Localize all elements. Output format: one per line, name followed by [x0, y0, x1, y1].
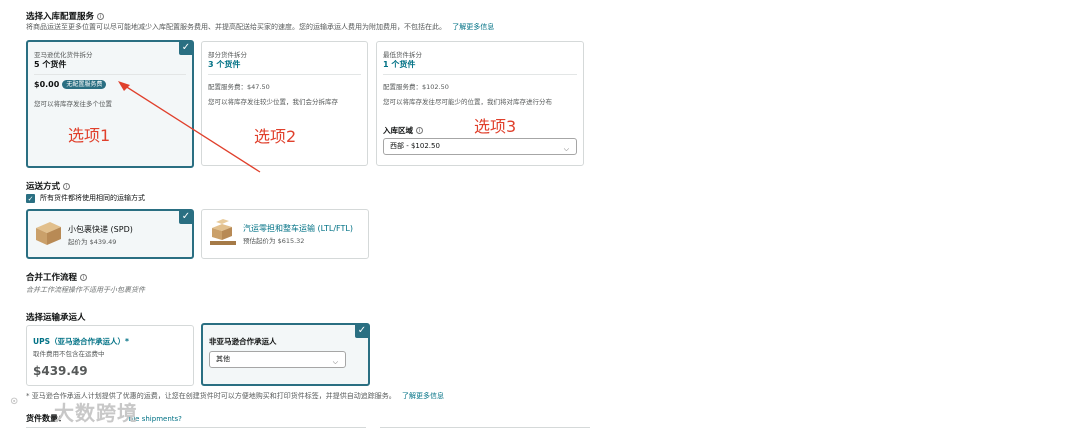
placement-description: 将商品运送至更多位置可以尽可能地减少入库配置服务费用、并提高配送给买家的速度。您… — [26, 23, 495, 31]
carrier-select[interactable]: 其他 ⌵ — [209, 351, 346, 368]
region-label: 入库区域 i — [383, 125, 423, 136]
option-price: $0.00 — [34, 80, 60, 89]
option-name: 最低货件拆分 — [383, 51, 422, 59]
shipping-option-spd[interactable]: ✓ 小包裹快递 (SPD) 起价为 $439.49 — [26, 209, 194, 259]
ups-name: UPS（亚马逊合作承运人）* — [33, 337, 129, 346]
carrier-option-non-partner[interactable]: ✓ 非亚马逊合作承运人 其他 ⌵ — [201, 323, 370, 386]
info-icon[interactable]: i — [63, 183, 71, 190]
option-price: 预估起价为 $615.32 — [243, 237, 305, 245]
checkmark-icon: ✓ — [179, 41, 193, 55]
carrier-option-ups[interactable]: UPS（亚马逊合作承运人）* 取件费用不包含在运费中 $439.49 — [26, 325, 194, 386]
region-select[interactable]: 西部 - $102.50 ⌵ — [383, 138, 577, 155]
package-box-icon — [36, 222, 61, 245]
shipping-mode-title: 运送方式 i — [26, 180, 71, 192]
info-icon[interactable]: i — [97, 13, 105, 20]
option-desc: 您可以将库存发往多个位置 — [34, 100, 112, 108]
merge-title: 合并工作流程 i — [26, 271, 88, 283]
merge-desc: 合并工作流程操作不适用于小包裹货件 — [26, 286, 145, 294]
info-icon[interactable]: i — [416, 127, 423, 134]
carrier-learn-more-link[interactable]: 了解更多信息 — [402, 392, 444, 400]
option-fee: 配置服务费：$102.50 — [383, 83, 449, 91]
placement-title: 选择入库配置服务 i — [26, 10, 105, 22]
checkmark-icon[interactable]: ✓ — [26, 194, 35, 203]
watermark-icon: ⊙ — [10, 396, 20, 407]
annotation-option-3: 选项3 — [474, 117, 517, 136]
pallet-icon — [210, 219, 236, 245]
option-price: 起价为 $439.49 — [68, 238, 117, 246]
checkmark-icon: ✓ — [179, 210, 193, 224]
option-count: 5 个货件 — [34, 60, 67, 69]
option-name: 部分货件拆分 — [208, 51, 247, 59]
option-count: 3 个货件 — [208, 60, 241, 69]
chevron-down-icon: ⌵ — [332, 358, 338, 366]
option-price-row: $0.00 无配置服务费 — [34, 80, 107, 89]
same-shipping-checkbox[interactable]: ✓ 所有货件都将使用相同的运输方式 — [26, 193, 145, 203]
learn-more-link[interactable]: 了解更多信息 — [452, 23, 494, 31]
option-name: 汽运零担和整车运输 (LTL/FTL) — [243, 224, 353, 233]
ups-note: 取件费用不包含在运费中 — [33, 350, 105, 358]
ups-price: $439.49 — [33, 364, 88, 378]
carrier-title: 选择运输承运人 — [26, 313, 86, 323]
option-desc: 您可以将库存发往尽可能少的位置，我们将对库存进行分布 — [383, 98, 552, 106]
info-icon[interactable]: i — [80, 274, 88, 281]
status-badge: 无配置服务费 — [62, 80, 107, 89]
watermark-text: 大数跨境 — [54, 401, 138, 425]
annotation-arrow-icon — [118, 81, 261, 173]
checkmark-icon: ✓ — [355, 324, 369, 338]
option-count: 1 个货件 — [383, 60, 416, 69]
option-name: 小包裹快递 (SPD) — [68, 225, 133, 234]
option-name: 亚马逊优化货件拆分 — [34, 51, 93, 59]
non-partner-name: 非亚马逊合作承运人 — [209, 337, 277, 346]
chevron-down-icon: ⌵ — [563, 145, 569, 153]
placement-option-3[interactable]: 最低货件拆分 1 个货件 配置服务费：$102.50 您可以将库存发往尽可能少的… — [376, 41, 584, 166]
annotation-option-1: 选项1 — [68, 126, 111, 145]
shipping-option-ltl[interactable]: 汽运零担和整车运输 (LTL/FTL) 预估起价为 $615.32 — [201, 209, 369, 259]
